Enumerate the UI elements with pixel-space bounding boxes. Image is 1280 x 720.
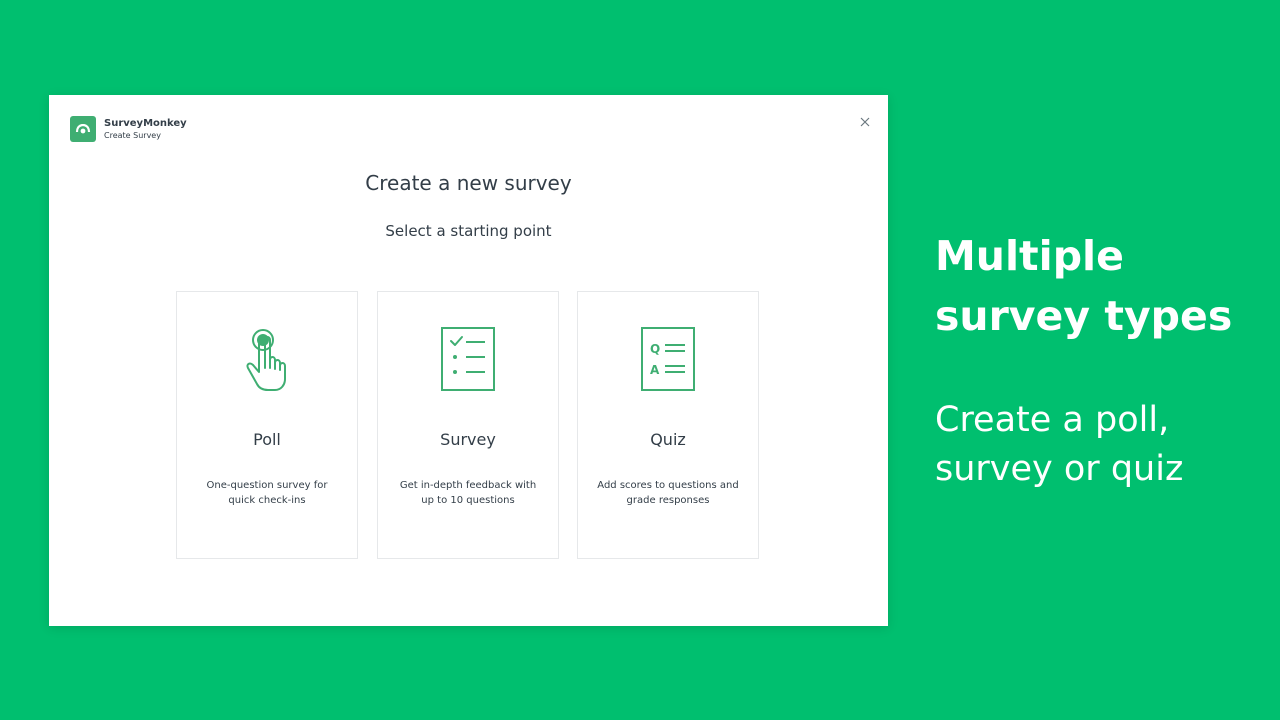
survey-card[interactable]: Survey Get in-depth feedback with up to … [377, 291, 559, 559]
survey-card-description: Get in-depth feedback with up to 10 ques… [399, 480, 537, 506]
checklist-icon [436, 326, 500, 396]
tap-hand-icon [235, 326, 299, 396]
dialog-title: Create a new survey [365, 171, 572, 195]
quiz-card[interactable]: Q A Quiz Add scores to questions and gra… [577, 291, 759, 559]
survey-card-title: Survey [440, 430, 496, 449]
poll-card-description: One-question survey for quick check-ins [206, 480, 328, 506]
svg-text:A: A [650, 363, 660, 377]
poll-card[interactable]: Poll One-question survey for quick check… [176, 291, 358, 559]
promo-headline: Multiple survey types [935, 232, 1233, 340]
app-name: SurveyMonkey [104, 117, 187, 129]
poll-card-title: Poll [253, 430, 281, 449]
quiz-card-description: Add scores to questions and grade respon… [597, 480, 739, 506]
quiz-card-title: Quiz [650, 430, 686, 449]
svg-text:Q: Q [650, 342, 660, 356]
question-answer-icon: Q A [636, 326, 700, 396]
close-icon [860, 117, 870, 127]
promo-subline: Create a poll, survey or quiz [935, 400, 1184, 489]
create-survey-dialog: SurveyMonkey Create Survey Create a new … [49, 95, 888, 626]
surveymonkey-logo-icon [70, 116, 96, 142]
app-subtitle: Create Survey [104, 130, 161, 140]
close-button[interactable] [858, 115, 872, 129]
app-header: SurveyMonkey Create Survey [70, 116, 187, 142]
dialog-subtitle: Select a starting point [385, 222, 552, 240]
